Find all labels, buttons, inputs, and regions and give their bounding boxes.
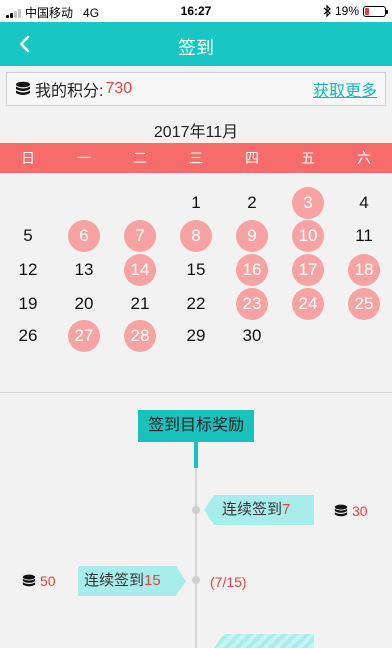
calendar-day[interactable]: 12 xyxy=(12,254,44,286)
weekday-sat: 六 xyxy=(357,150,371,166)
timeline-line xyxy=(195,468,197,648)
points-label: 我的积分: xyxy=(35,83,104,100)
reward-amount-30: 30 xyxy=(334,503,368,519)
weekday-mon: 一 xyxy=(77,150,91,166)
calendar-day[interactable]: 26 xyxy=(12,320,44,352)
calendar-day-signed[interactable]: 7 xyxy=(124,220,156,252)
calendar-day-signed[interactable]: 14 xyxy=(124,254,156,286)
reward-progress: (7/15) xyxy=(210,574,247,590)
weekday-wed: 三 xyxy=(189,150,203,166)
coin-stack-icon xyxy=(334,504,348,516)
calendar-day-signed[interactable]: 23 xyxy=(236,288,268,320)
weekday-tue: 二 xyxy=(133,150,147,166)
get-more-link[interactable]: 获取更多 xyxy=(313,77,377,101)
reward-tag-days: 7 xyxy=(282,501,291,518)
calendar-grid: 1 2 3 4 5 6 7 8 9 10 11 12 13 14 15 16 17 18 19 20 21 22 23 24 2… xyxy=(0,173,392,391)
reward-tag-days: 15 xyxy=(144,572,161,589)
coin-stack-icon xyxy=(22,574,36,586)
calendar-day[interactable]: 30 xyxy=(236,320,268,352)
reward-tag-15-days: 连续签到15天 xyxy=(78,566,186,596)
calendar-day-signed[interactable]: 25 xyxy=(348,288,380,320)
timeline-dot xyxy=(192,506,200,514)
calendar-day[interactable]: 29 xyxy=(180,320,212,352)
calendar-day-signed[interactable]: 3 xyxy=(292,187,324,219)
reward-tag-7-days: 连续签到7天 xyxy=(204,495,314,525)
calendar-day[interactable]: 2 xyxy=(236,187,268,219)
status-right: 19% xyxy=(323,4,388,18)
weekday-bar: 日 一 二 三 四 五 六 xyxy=(0,143,392,173)
calendar-day-signed[interactable]: 16 xyxy=(236,254,268,286)
calendar-day[interactable]: 13 xyxy=(68,254,100,286)
calendar-day[interactable]: 15 xyxy=(180,254,212,286)
battery-icon xyxy=(363,5,388,17)
calendar-day[interactable]: 1 xyxy=(180,187,212,219)
reward-tag-prefix: 连续签到 xyxy=(84,572,145,589)
calendar-day[interactable]: 11 xyxy=(348,220,380,252)
calendar-day-signed[interactable]: 8 xyxy=(180,220,212,252)
calendar-day-signed[interactable]: 18 xyxy=(348,254,380,286)
weekday-sun: 日 xyxy=(21,150,35,166)
calendar-day-signed[interactable]: 28 xyxy=(124,320,156,352)
bluetooth-icon xyxy=(323,5,331,17)
section-divider xyxy=(0,392,392,393)
timeline-dot xyxy=(192,576,200,584)
calendar-day-signed[interactable]: 24 xyxy=(292,288,324,320)
nav-bar: 签到 xyxy=(0,22,392,66)
calendar-day-signed[interactable]: 6 xyxy=(68,220,100,252)
reward-tag-suffix: 天 xyxy=(84,602,100,619)
calendar-day-signed[interactable]: 27 xyxy=(68,320,100,352)
reward-amount-50: 50 xyxy=(22,573,56,589)
calendar-day-signed[interactable]: 9 xyxy=(236,220,268,252)
calendar-day[interactable]: 22 xyxy=(180,288,212,320)
timeline-head xyxy=(194,442,198,468)
reward-value: 30 xyxy=(352,503,368,519)
calendar-day[interactable]: 20 xyxy=(68,288,100,320)
calendar-day[interactable]: 21 xyxy=(124,288,156,320)
reward-tag-prefix: 连续签到 xyxy=(222,501,283,518)
calendar-day[interactable]: 4 xyxy=(348,187,380,219)
points-value: 730 xyxy=(105,80,133,97)
weekday-fri: 五 xyxy=(301,150,315,166)
month-title: 2017年11月 xyxy=(153,124,239,141)
calendar-day[interactable]: 5 xyxy=(12,220,44,252)
reward-goals-title: 签到目标奖励 xyxy=(138,410,254,442)
reward-value: 50 xyxy=(40,573,56,589)
weekday-thu: 四 xyxy=(245,150,259,166)
coin-stack-icon xyxy=(16,81,30,95)
page-title: 签到 xyxy=(178,38,214,58)
calendar-day-signed[interactable]: 17 xyxy=(292,254,324,286)
status-bar: 中国移动 4G 16:27 19% xyxy=(0,0,392,22)
calendar-day[interactable]: 19 xyxy=(12,288,44,320)
reward-tag-suffix: 天 xyxy=(222,531,238,548)
calendar-day-signed[interactable]: 10 xyxy=(292,220,324,252)
points-bar: 我的积分: 730 获取更多 xyxy=(6,72,386,106)
battery-percent: 19% xyxy=(334,4,359,18)
